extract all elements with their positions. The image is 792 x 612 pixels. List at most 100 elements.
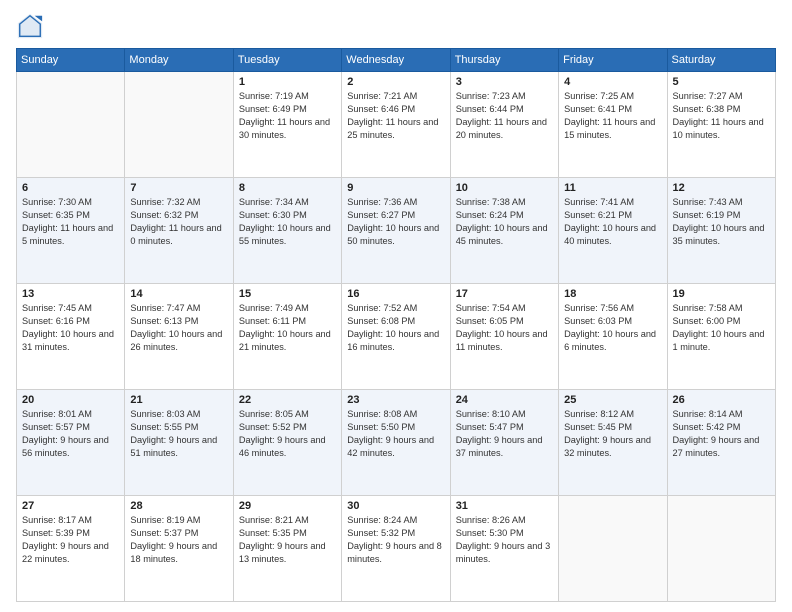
day-info: Sunrise: 8:12 AM Sunset: 5:45 PM Dayligh…	[564, 408, 661, 460]
calendar-cell	[125, 72, 233, 178]
calendar-cell: 18 Sunrise: 7:56 AM Sunset: 6:03 PM Dayli…	[559, 284, 667, 390]
calendar-cell: 19Sunrise: 7:58 AM Sunset: 6:00 PM Dayli…	[667, 284, 775, 390]
calendar-week-row: 6 Sunrise: 7:30 AM Sunset: 6:35 PM Daylig…	[17, 178, 776, 284]
calendar-cell: 17 Sunrise: 7:54 AM Sunset: 6:05 PM Dayli…	[450, 284, 558, 390]
day-number: 19	[673, 288, 770, 300]
day-info: Sunrise: 7:49 AM Sunset: 6:11 PM Dayligh…	[239, 302, 336, 354]
day-info: Sunrise: 8:08 AM Sunset: 5:50 PM Dayligh…	[347, 408, 444, 460]
weekday-header: Wednesday	[342, 49, 450, 72]
calendar-cell: 12 Sunrise: 7:43 AM Sunset: 6:19 PM Dayli…	[667, 178, 775, 284]
weekday-header: Monday	[125, 49, 233, 72]
day-number: 3	[456, 76, 553, 88]
day-info: Sunrise: 8:21 AM Sunset: 5:35 PM Dayligh…	[239, 514, 336, 566]
day-info: Sunrise: 8:26 AM Sunset: 5:30 PM Dayligh…	[456, 514, 553, 566]
day-number: 11	[564, 182, 661, 194]
day-number: 13	[22, 288, 119, 300]
weekday-header: Tuesday	[233, 49, 341, 72]
calendar-cell: 13 Sunrise: 7:45 AM Sunset: 6:16 PM Dayli…	[17, 284, 125, 390]
calendar-cell: 9Sunrise: 7:36 AM Sunset: 6:27 PM Daylig…	[342, 178, 450, 284]
day-info: Sunrise: 7:47 AM Sunset: 6:13 PM Dayligh…	[130, 302, 227, 354]
weekday-header: Thursday	[450, 49, 558, 72]
day-number: 22	[239, 394, 336, 406]
calendar-cell: 24 Sunrise: 8:10 AM Sunset: 5:47 PM Dayli…	[450, 390, 558, 496]
day-info: Sunrise: 8:10 AM Sunset: 5:47 PM Dayligh…	[456, 408, 553, 460]
day-info: Sunrise: 7:23 AM Sunset: 6:44 PM Dayligh…	[456, 90, 553, 142]
calendar-header-row: SundayMondayTuesdayWednesdayThursdayFrid…	[17, 49, 776, 72]
calendar-cell: 26Sunrise: 8:14 AM Sunset: 5:42 PM Dayli…	[667, 390, 775, 496]
calendar-cell: 25 Sunrise: 8:12 AM Sunset: 5:45 PM Dayli…	[559, 390, 667, 496]
calendar-cell: 30 Sunrise: 8:24 AM Sunset: 5:32 PM Dayli…	[342, 496, 450, 602]
day-info: Sunrise: 7:27 AM Sunset: 6:38 PM Dayligh…	[673, 90, 770, 142]
calendar-week-row: 20Sunrise: 8:01 AM Sunset: 5:57 PM Dayli…	[17, 390, 776, 496]
day-number: 2	[347, 76, 444, 88]
day-number: 24	[456, 394, 553, 406]
calendar-cell: 27 Sunrise: 8:17 AM Sunset: 5:39 PM Dayli…	[17, 496, 125, 602]
calendar-cell: 10 Sunrise: 7:38 AM Sunset: 6:24 PM Dayli…	[450, 178, 558, 284]
day-number: 26	[673, 394, 770, 406]
calendar-cell: 2 Sunrise: 7:21 AM Sunset: 6:46 PM Daylig…	[342, 72, 450, 178]
logo	[16, 12, 48, 40]
calendar-cell: 21Sunrise: 8:03 AM Sunset: 5:55 PM Dayli…	[125, 390, 233, 496]
day-info: Sunrise: 7:56 AM Sunset: 6:03 PM Dayligh…	[564, 302, 661, 354]
day-info: Sunrise: 8:17 AM Sunset: 5:39 PM Dayligh…	[22, 514, 119, 566]
calendar-cell: 1Sunrise: 7:19 AM Sunset: 6:49 PM Daylig…	[233, 72, 341, 178]
weekday-header: Sunday	[17, 49, 125, 72]
day-info: Sunrise: 8:19 AM Sunset: 5:37 PM Dayligh…	[130, 514, 227, 566]
page-header	[16, 12, 776, 40]
day-info: Sunrise: 8:24 AM Sunset: 5:32 PM Dayligh…	[347, 514, 444, 566]
calendar-week-row: 27 Sunrise: 8:17 AM Sunset: 5:39 PM Dayli…	[17, 496, 776, 602]
calendar-cell: 3 Sunrise: 7:23 AM Sunset: 6:44 PM Daylig…	[450, 72, 558, 178]
day-number: 10	[456, 182, 553, 194]
day-info: Sunrise: 7:54 AM Sunset: 6:05 PM Dayligh…	[456, 302, 553, 354]
day-number: 12	[673, 182, 770, 194]
day-number: 27	[22, 500, 119, 512]
day-info: Sunrise: 7:36 AM Sunset: 6:27 PM Dayligh…	[347, 196, 444, 248]
calendar-cell: 6 Sunrise: 7:30 AM Sunset: 6:35 PM Daylig…	[17, 178, 125, 284]
calendar-cell: 16 Sunrise: 7:52 AM Sunset: 6:08 PM Dayli…	[342, 284, 450, 390]
day-number: 31	[456, 500, 553, 512]
calendar-cell: 15 Sunrise: 7:49 AM Sunset: 6:11 PM Dayli…	[233, 284, 341, 390]
calendar-cell: 31 Sunrise: 8:26 AM Sunset: 5:30 PM Dayli…	[450, 496, 558, 602]
day-info: Sunrise: 7:32 AM Sunset: 6:32 PM Dayligh…	[130, 196, 227, 248]
day-number: 28	[130, 500, 227, 512]
calendar-cell	[667, 496, 775, 602]
day-info: Sunrise: 8:03 AM Sunset: 5:55 PM Dayligh…	[130, 408, 227, 460]
calendar-cell: 7 Sunrise: 7:32 AM Sunset: 6:32 PM Daylig…	[125, 178, 233, 284]
calendar-cell: 22 Sunrise: 8:05 AM Sunset: 5:52 PM Dayli…	[233, 390, 341, 496]
day-number: 1	[239, 76, 336, 88]
day-number: 6	[22, 182, 119, 194]
day-info: Sunrise: 8:05 AM Sunset: 5:52 PM Dayligh…	[239, 408, 336, 460]
day-info: Sunrise: 7:21 AM Sunset: 6:46 PM Dayligh…	[347, 90, 444, 142]
calendar-cell: 29Sunrise: 8:21 AM Sunset: 5:35 PM Dayli…	[233, 496, 341, 602]
logo-icon	[16, 12, 44, 40]
day-number: 15	[239, 288, 336, 300]
calendar-cell: 28 Sunrise: 8:19 AM Sunset: 5:37 PM Dayli…	[125, 496, 233, 602]
day-info: Sunrise: 7:52 AM Sunset: 6:08 PM Dayligh…	[347, 302, 444, 354]
calendar-cell: 23Sunrise: 8:08 AM Sunset: 5:50 PM Dayli…	[342, 390, 450, 496]
weekday-header: Friday	[559, 49, 667, 72]
day-info: Sunrise: 7:43 AM Sunset: 6:19 PM Dayligh…	[673, 196, 770, 248]
page-container: SundayMondayTuesdayWednesdayThursdayFrid…	[0, 0, 792, 612]
day-info: Sunrise: 7:38 AM Sunset: 6:24 PM Dayligh…	[456, 196, 553, 248]
day-number: 8	[239, 182, 336, 194]
day-info: Sunrise: 7:41 AM Sunset: 6:21 PM Dayligh…	[564, 196, 661, 248]
calendar-cell	[17, 72, 125, 178]
day-number: 17	[456, 288, 553, 300]
day-number: 30	[347, 500, 444, 512]
day-info: Sunrise: 7:34 AM Sunset: 6:30 PM Dayligh…	[239, 196, 336, 248]
day-info: Sunrise: 7:45 AM Sunset: 6:16 PM Dayligh…	[22, 302, 119, 354]
day-info: Sunrise: 7:30 AM Sunset: 6:35 PM Dayligh…	[22, 196, 119, 248]
calendar-cell: 11 Sunrise: 7:41 AM Sunset: 6:21 PM Dayli…	[559, 178, 667, 284]
day-info: Sunrise: 7:25 AM Sunset: 6:41 PM Dayligh…	[564, 90, 661, 142]
day-number: 25	[564, 394, 661, 406]
day-number: 4	[564, 76, 661, 88]
calendar-table: SundayMondayTuesdayWednesdayThursdayFrid…	[16, 48, 776, 602]
calendar-cell: 20Sunrise: 8:01 AM Sunset: 5:57 PM Dayli…	[17, 390, 125, 496]
calendar-cell: 8 Sunrise: 7:34 AM Sunset: 6:30 PM Daylig…	[233, 178, 341, 284]
calendar-week-row: 1Sunrise: 7:19 AM Sunset: 6:49 PM Daylig…	[17, 72, 776, 178]
day-number: 7	[130, 182, 227, 194]
day-number: 14	[130, 288, 227, 300]
day-number: 20	[22, 394, 119, 406]
day-number: 16	[347, 288, 444, 300]
day-number: 18	[564, 288, 661, 300]
